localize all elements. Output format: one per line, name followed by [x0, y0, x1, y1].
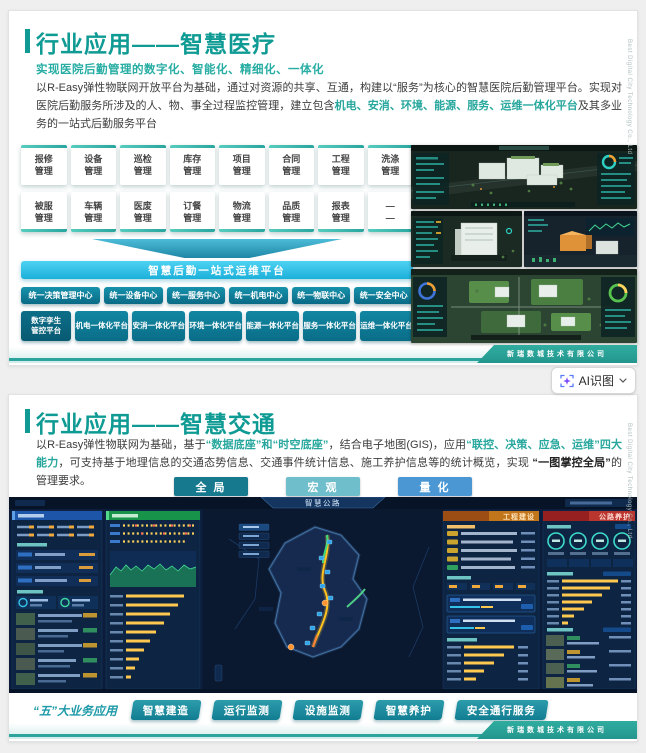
hospital-dashboard-image-1	[411, 145, 637, 209]
slide-medical-card: 行业应用——智慧医疗 实现医院后勤管理的数字化、智能化、精细化、一体化 以R-E…	[8, 10, 638, 366]
para-text: ，可支持基于地理信息的交通态势信息、交通事件统计信息、施工养护信息等的统计概览，…	[58, 456, 533, 469]
business-apps-row: “五”大业务应用 智慧建造 运行监测 设施监测 智慧养护 安全通行服务	[33, 700, 549, 720]
para-highlight-dark: “一图掌控全局”	[532, 456, 611, 469]
ai-button-label: AI识图	[578, 374, 614, 388]
module-box: 品质 管理	[268, 192, 314, 232]
module-box: 医废 管理	[120, 192, 166, 232]
hospital-dashboard-image-2	[411, 211, 522, 267]
module-box: — —	[367, 192, 413, 232]
footer-company-band: 新瑞数城技术有限公司	[477, 345, 637, 363]
slide1-paragraph: 以R-Easy弹性物联网开放平台为基础，通过对资源的共享、互通，构建以“服务”为…	[36, 80, 622, 133]
center-chip: 统一安全中心	[354, 287, 413, 304]
funnel-shape	[21, 239, 413, 259]
center-chip: 统一物联中心	[291, 287, 351, 304]
module-box: 被服 管理	[21, 192, 67, 232]
platform-chip: 安消一体化平台	[132, 311, 186, 341]
dashboard-title: 智慧公路	[305, 498, 341, 508]
panel-construction-title: 工程建设	[503, 512, 535, 521]
module-box: 洗涤 管理	[367, 145, 413, 185]
ai-recognize-button[interactable]: AI识图	[550, 367, 636, 394]
biz-chip: 运行监测	[211, 700, 283, 720]
platform-chip: 服务一体化平台	[303, 311, 357, 341]
module-box: 物流 管理	[219, 192, 265, 232]
biz-chip: 智慧养护	[373, 700, 445, 720]
slide1-footer: 新瑞数城技术有限公司	[9, 345, 637, 363]
hospital-dashboard-image-4	[411, 269, 637, 343]
module-box: 库存 管理	[169, 145, 215, 185]
para-highlight: “数据底座”和“时空底座”	[205, 439, 329, 451]
brand-side-text: Best Digital City Technology Co., Ltd	[626, 39, 632, 155]
platform-chip: 能源一体化平台	[246, 311, 300, 341]
platform-chip: 运维一体化平台	[360, 311, 414, 341]
module-box: 项目 管理	[219, 145, 265, 185]
slide2-title: 行业应用——智慧交通	[36, 411, 276, 437]
view-chip-quant: 量 化	[398, 477, 472, 496]
brand-side-text: Best Digital City Technology Co., Ltd	[626, 423, 632, 539]
center-chip: 统一服务中心	[166, 287, 226, 304]
para-text: ，结合电子地图(GIS)，应用	[328, 439, 467, 451]
center-chip: 统一机电中心	[229, 287, 288, 304]
module-box: 工程 管理	[318, 145, 364, 185]
biz-chip: 智慧建造	[130, 700, 202, 720]
module-box: 车辆 管理	[70, 192, 116, 232]
module-box: 巡检 管理	[120, 145, 166, 185]
platform-chip: 机电一体化平台	[75, 311, 129, 341]
title-accent-bar	[25, 409, 30, 433]
platform-chip: 数字孪生 管控平台	[21, 311, 72, 341]
module-box: 设备 管理	[70, 145, 116, 185]
module-box: 合同 管理	[268, 145, 314, 185]
biz-chip: 安全通行服务	[454, 700, 549, 720]
module-grid: 报修 管理 设备 管理 巡检 管理 库存 管理 项目 管理 合同 管理 工程 管理 洗涤 管理 …	[21, 145, 413, 232]
highway-dashboard-image: 智慧公路 工程建设 公路养护	[9, 496, 637, 693]
slide2-footer: 新瑞数城技术有限公司	[9, 721, 637, 739]
title-accent-bar	[25, 29, 30, 53]
slide-traffic-card: 行业应用——智慧交通 以R-Easy弹性物联网为基础，基于“数据底座”和“时空底…	[8, 394, 638, 742]
view-mode-row: 全 局 宏 观 量 化	[9, 477, 637, 496]
hospital-dashboard-image-3	[524, 211, 637, 267]
unified-centers-row: 统一决策管理中心 统一设备中心 统一服务中心 统一机电中心 统一物联中心 统一安…	[21, 287, 413, 304]
slide1-title: 行业应用——智慧医疗	[36, 31, 276, 57]
platform-chip: 环境一体化平台	[189, 311, 243, 341]
business-apps-label: “五”大业务应用	[33, 703, 118, 718]
module-box: 报修 管理	[21, 145, 67, 185]
footer-stripe	[9, 357, 493, 361]
module-box: 订餐 管理	[169, 192, 215, 232]
platforms-row: 数字孪生 管控平台 机电一体化平台 安消一体化平台 环境一体化平台 能源一体化平台…	[21, 311, 414, 341]
view-chip-macro: 宏 观	[286, 477, 360, 496]
para-highlight: 机电、安消、环境、能源、服务、运维一体化平台	[334, 99, 578, 112]
biz-chip: 设施监测	[292, 700, 364, 720]
center-chip: 统一决策管理中心	[21, 287, 101, 304]
view-chip-global: 全 局	[174, 477, 248, 496]
footer-company-band: 新瑞数城技术有限公司	[477, 721, 637, 739]
ai-scan-icon	[560, 374, 574, 387]
chevron-down-icon	[619, 378, 627, 383]
hub-platform-bar: 智慧后勤一站式运维平台	[21, 261, 413, 279]
footer-stripe	[9, 733, 493, 737]
center-chip: 统一设备中心	[104, 287, 163, 304]
module-box: 报表 管理	[318, 192, 364, 232]
slide1-subtitle: 实现医院后勤管理的数字化、智能化、精细化、一体化	[36, 64, 324, 76]
para-text: 以R-Easy弹性物联网为基础，基于	[36, 439, 206, 451]
